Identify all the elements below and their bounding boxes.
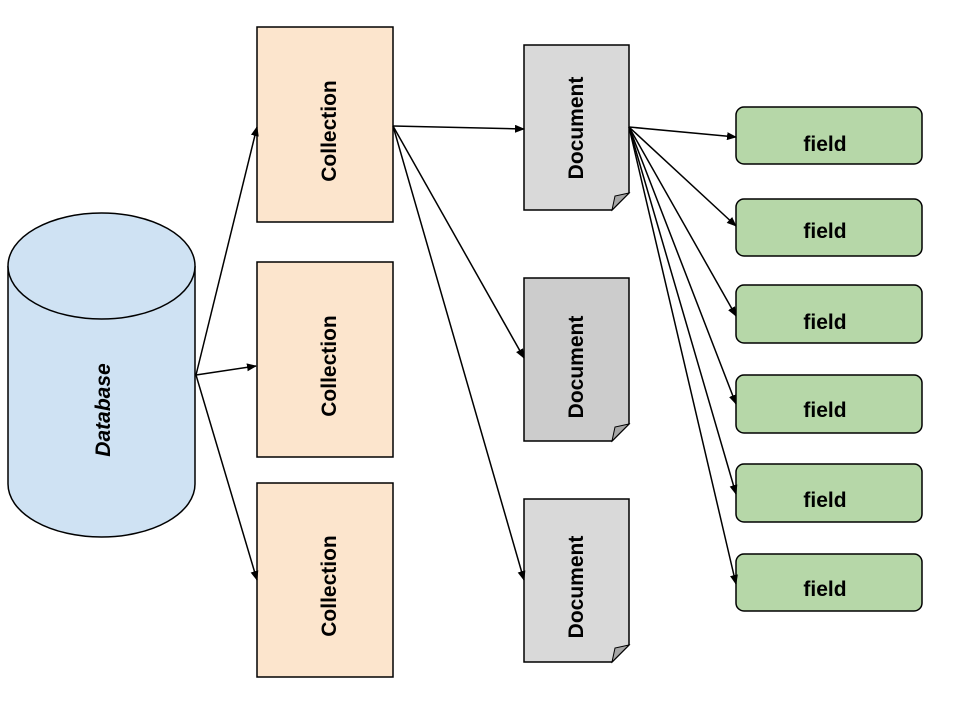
field-box: field xyxy=(735,106,923,165)
field-label: field xyxy=(803,220,846,243)
arrow-db-to-collection-3 xyxy=(195,374,259,581)
diagram: Database Collection Collection Collectio… xyxy=(7,26,923,678)
field-label: field xyxy=(803,578,846,601)
field-box: field xyxy=(735,463,923,523)
field-box: field xyxy=(735,553,923,612)
arrow-collection-to-document-1 xyxy=(392,124,525,133)
field-box: field xyxy=(735,284,923,344)
collection-box: Collection xyxy=(256,26,394,223)
document-shape: Document xyxy=(523,498,631,664)
collection-label: Collection xyxy=(318,535,341,637)
document-label: Document xyxy=(565,316,588,419)
field-label: field xyxy=(803,133,846,156)
document-label: Document xyxy=(565,77,588,180)
field-label: field xyxy=(803,399,846,422)
document-shape: Document xyxy=(523,277,631,443)
arrow-document-to-field-5 xyxy=(628,126,738,495)
arrow-db-to-collection-1 xyxy=(195,126,259,376)
database-cylinder: Database xyxy=(7,212,196,538)
arrow-document-to-field-6 xyxy=(628,126,738,585)
field-box: field xyxy=(735,374,923,434)
arrow-db-to-collection-2 xyxy=(195,363,257,376)
arrow-document-to-field-3 xyxy=(628,126,737,317)
arrow-collection-to-document-3 xyxy=(392,125,526,581)
document-label: Document xyxy=(565,536,588,639)
arrow-document-to-field-4 xyxy=(628,126,737,405)
database-label: Database xyxy=(92,363,115,457)
collection-box: Collection xyxy=(256,261,394,458)
arrow-document-to-field-1 xyxy=(628,126,737,141)
collection-label: Collection xyxy=(318,80,341,182)
field-label: field xyxy=(803,489,846,512)
arrow-document-to-field-2 xyxy=(628,126,737,227)
field-label: field xyxy=(803,311,846,334)
collection-box: Collection xyxy=(256,482,394,678)
document-shape: Document xyxy=(523,44,631,212)
field-box: field xyxy=(735,198,923,257)
arrow-collection-to-document-2 xyxy=(392,125,525,359)
collection-label: Collection xyxy=(318,315,341,417)
